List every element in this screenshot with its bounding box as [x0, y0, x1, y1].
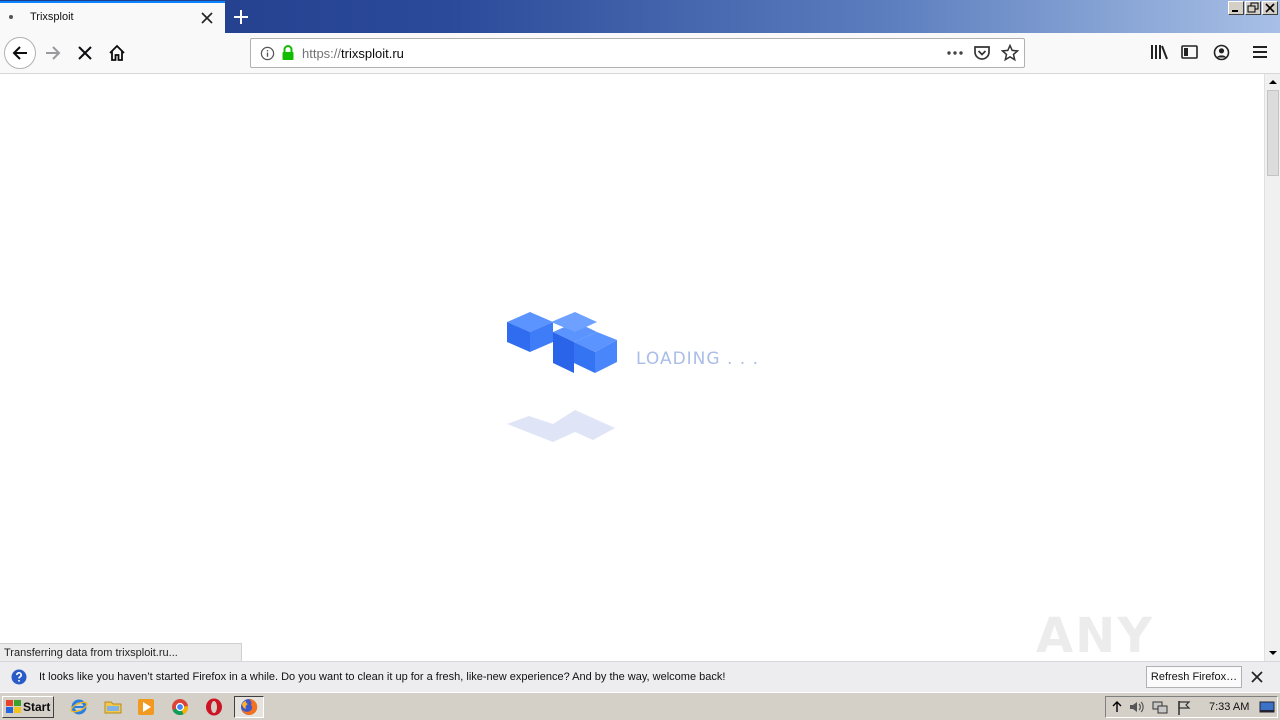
stop-loading-button[interactable] — [69, 37, 101, 69]
scroll-up-button[interactable] — [1265, 74, 1280, 90]
volume-icon[interactable] — [1128, 700, 1144, 714]
media-player-icon[interactable] — [137, 698, 155, 716]
chrome-icon[interactable] — [171, 698, 189, 716]
internet-explorer-icon[interactable] — [70, 698, 88, 716]
show-desktop-icon[interactable] — [1259, 700, 1275, 714]
restore-icon — [1247, 2, 1259, 13]
scrollbar-thumb[interactable] — [1267, 90, 1279, 176]
taskbar: Start 7:33 AM — [0, 692, 1280, 720]
chevron-up-icon[interactable] — [1111, 700, 1123, 714]
lock-icon[interactable] — [281, 45, 295, 61]
flag-icon[interactable] — [1176, 700, 1192, 716]
minimize-icon — [1232, 10, 1238, 12]
tab-trixsploit[interactable]: Trixsploit — [0, 1, 225, 33]
arrow-right-icon — [46, 46, 61, 60]
system-tray: 7:33 AM — [1105, 696, 1278, 718]
star-icon[interactable] — [1001, 44, 1019, 62]
navigation-toolbar: https://trixsploit.ru — [0, 33, 1280, 74]
url-text[interactable]: https://trixsploit.ru — [302, 46, 404, 61]
tab-close-icon[interactable] — [198, 9, 216, 27]
notification-bar: It looks like you haven’t started Firefo… — [0, 661, 1280, 692]
refresh-firefox-button[interactable]: Refresh Firefox… — [1146, 666, 1242, 688]
info-icon[interactable] — [260, 46, 275, 61]
url-scheme: https:// — [302, 46, 342, 61]
firefox-icon — [241, 698, 258, 715]
window-minimize-button[interactable] — [1228, 1, 1244, 15]
account-icon[interactable] — [1213, 44, 1230, 61]
notification-message: It looks like you haven’t started Firefo… — [39, 671, 726, 683]
pocket-icon[interactable] — [973, 44, 991, 62]
back-button[interactable] — [4, 37, 36, 69]
close-icon[interactable] — [1249, 669, 1265, 685]
close-icon — [78, 46, 92, 60]
loading-blocks-icon — [507, 312, 617, 373]
window-restore-button[interactable] — [1245, 1, 1261, 15]
vertical-scrollbar[interactable] — [1264, 74, 1280, 661]
folder-icon[interactable] — [104, 698, 122, 716]
tab-loading-icon — [9, 15, 13, 19]
loader-reflection-icon — [507, 410, 615, 442]
title-bar: Trixsploit — [0, 0, 1280, 33]
library-icon[interactable] — [1150, 44, 1168, 60]
url-bar[interactable]: https://trixsploit.ru — [250, 38, 1025, 68]
sidebar-icon[interactable] — [1181, 44, 1198, 60]
status-text: Transferring data from trixsploit.ru... — [0, 643, 242, 662]
home-button[interactable] — [101, 37, 133, 69]
start-button[interactable]: Start — [2, 696, 54, 718]
close-icon — [1265, 3, 1275, 13]
window-close-button[interactable] — [1262, 1, 1278, 15]
home-icon — [109, 44, 125, 61]
opera-icon[interactable] — [205, 698, 223, 716]
loading-label: LOADING . . . — [636, 349, 759, 369]
page-content: LOADING . . . — [0, 74, 1264, 661]
hamburger-icon[interactable] — [1252, 44, 1268, 60]
network-icon[interactable] — [1152, 700, 1168, 716]
new-tab-button[interactable] — [229, 5, 253, 29]
taskbar-firefox-button[interactable] — [234, 696, 264, 718]
clock[interactable]: 7:33 AM — [1209, 701, 1249, 713]
forward-button[interactable] — [37, 37, 69, 69]
chevron-up-icon — [1269, 80, 1277, 84]
url-host: trixsploit.ru — [341, 46, 404, 61]
tab-title: Trixsploit — [30, 11, 74, 23]
page-actions-icon[interactable] — [945, 43, 965, 63]
question-icon — [11, 669, 27, 685]
arrow-left-icon — [12, 46, 27, 60]
start-label: Start — [23, 700, 51, 714]
windows-logo-icon — [6, 700, 21, 713]
